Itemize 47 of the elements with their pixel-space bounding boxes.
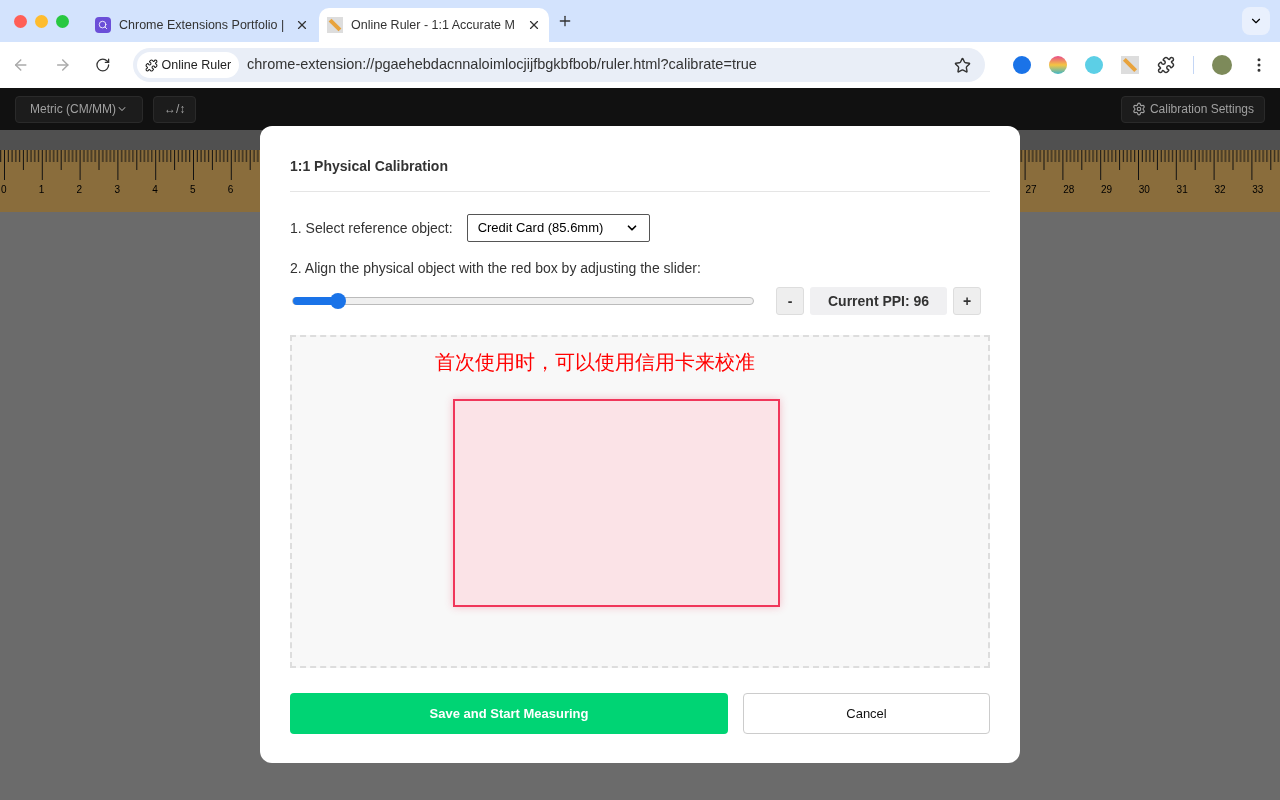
ruler-number: 31: [1176, 184, 1188, 195]
ruler-number: 30: [1138, 184, 1150, 195]
ruler-number: 33: [1252, 184, 1264, 195]
hint-text: 首次使用时，可以使用信用卡来校准: [435, 350, 755, 375]
ruler-number: 6: [227, 184, 234, 195]
tab-title: Online Ruler - 1:1 Accurate M: [351, 16, 516, 34]
increase-button[interactable]: +: [953, 287, 982, 315]
address-bar[interactable]: Online Ruler chrome-extension://pgaehebdacnnaloimlocjijfbgkbfbob/ruler.html?calibrate=true: [132, 48, 985, 82]
ruler-number: 32: [1214, 184, 1226, 195]
ruler-number: 4: [152, 184, 158, 195]
close-tab-icon[interactable]: [527, 18, 541, 32]
close-window-icon[interactable]: [14, 14, 27, 28]
decrease-button[interactable]: -: [776, 287, 804, 315]
reference-select[interactable]: Credit Card (85.6mm): [466, 214, 650, 242]
ruler-number: 27: [1025, 184, 1037, 195]
ruler-number: 0: [1, 184, 7, 195]
step-label: 2. Align the physical object with the red box by adjusting the slider:: [290, 259, 702, 278]
dialog-title: 1:1 Physical Calibration: [290, 156, 990, 192]
step-label: 1. Select reference object:: [290, 218, 453, 238]
slider-thumb[interactable]: [330, 293, 347, 309]
cancel-button[interactable]: Cancel: [743, 693, 990, 734]
bookmark-star-icon[interactable]: [954, 56, 971, 74]
extensions-icon[interactable]: [1157, 56, 1175, 74]
unit-select[interactable]: Metric (CM/MM): [15, 95, 143, 123]
ppi-readout: Current PPI: 96: [810, 287, 948, 315]
browser-tab[interactable]: Chrome Extensions Portfolio |: [87, 8, 317, 42]
ruler-number: 1: [38, 184, 45, 195]
orientation-toggle-button[interactable]: ↔/↕: [153, 95, 197, 123]
url-text: chrome-extension://pgaehebdacnnaloimlocjijfbgkbfbob/ruler.html?calibrate=true: [247, 55, 758, 75]
ruler-number: 5: [190, 184, 196, 195]
ruler-number: 29: [1101, 184, 1113, 195]
ruler-number: 3: [114, 184, 120, 195]
new-tab-icon[interactable]: [557, 13, 573, 29]
reload-icon[interactable]: [95, 57, 111, 73]
close-tab-icon[interactable]: [295, 18, 309, 32]
magnifier-favicon-icon: [95, 17, 111, 33]
ppi-slider[interactable]: [292, 293, 754, 309]
settings-icon: [1131, 102, 1146, 116]
site-chip[interactable]: Online Ruler: [136, 52, 240, 78]
browser-tab[interactable]: Online Ruler - 1:1 Accurate M: [319, 8, 549, 42]
puzzle-icon: [144, 58, 158, 72]
ruler-number: 2: [76, 184, 83, 195]
ruler-favicon-icon: [327, 17, 343, 33]
tab-title: Chrome Extensions Portfolio |: [119, 16, 286, 34]
ruler-number: 28: [1063, 184, 1075, 195]
profile-avatar[interactable]: [1212, 55, 1232, 75]
calibration-settings-button[interactable]: Calibration Settings: [1120, 95, 1265, 123]
